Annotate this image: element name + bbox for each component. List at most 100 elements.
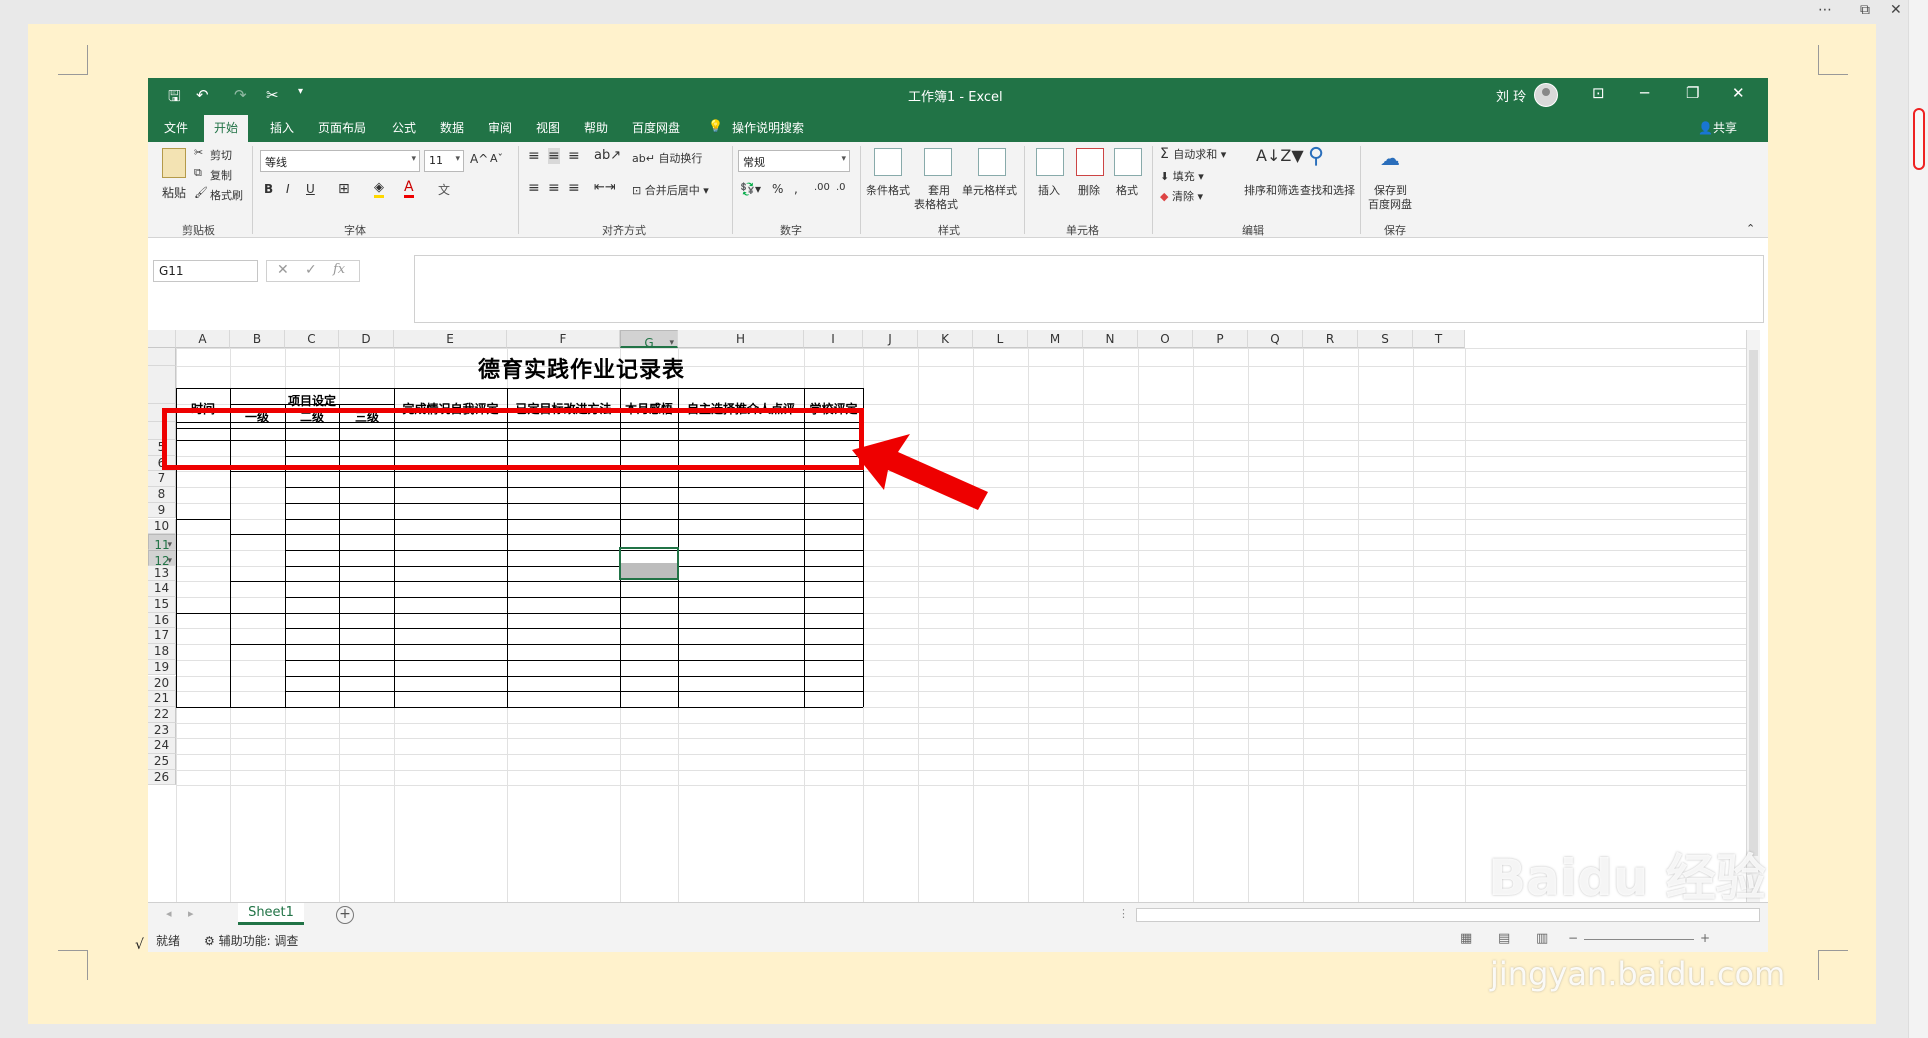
cut-icon[interactable]: ✂ — [194, 146, 203, 159]
close-icon[interactable]: ✕ — [1890, 2, 1902, 18]
column-header[interactable]: G — [620, 330, 678, 352]
vertical-scroll-thumb[interactable] — [1749, 350, 1758, 856]
search-icon[interactable]: ⚲ — [1308, 144, 1324, 169]
tab-baidu-netdisk[interactable]: 百度网盘 — [632, 119, 680, 136]
tab-data[interactable]: 数据 — [440, 119, 464, 136]
delete-cells-icon[interactable] — [1076, 148, 1104, 176]
page-layout-view-icon[interactable]: ▤ — [1498, 931, 1510, 946]
row-header[interactable]: 17 — [148, 628, 176, 645]
select-all-corner[interactable] — [148, 330, 176, 348]
row-header[interactable]: 13 — [148, 565, 176, 582]
column-header[interactable]: H — [678, 330, 804, 348]
row-header[interactable]: 16 — [148, 612, 176, 629]
column-header[interactable]: E — [394, 330, 507, 348]
delete-cells-button[interactable]: 删除 — [1078, 182, 1100, 198]
page-break-view-icon[interactable]: ▥ — [1536, 931, 1548, 946]
orientation-icon[interactable]: ab↗ — [594, 148, 621, 163]
row-header[interactable]: 7 — [148, 471, 176, 488]
enter-icon[interactable]: ✓ — [305, 262, 317, 278]
wrap-text-button[interactable]: ab↵ 自动换行 — [632, 150, 702, 166]
indent-icon[interactable]: ⇤⇥ — [594, 180, 616, 195]
collapse-ribbon-icon[interactable]: ⌃ — [1746, 222, 1755, 235]
insert-cells-icon[interactable] — [1036, 148, 1064, 176]
normal-view-icon[interactable]: ▦ — [1460, 931, 1472, 946]
cell-styles-icon[interactable] — [978, 148, 1006, 176]
copy-icon[interactable]: ⧉ — [194, 166, 202, 180]
column-header[interactable]: I — [804, 330, 863, 348]
insert-cells-button[interactable]: 插入 — [1038, 182, 1060, 198]
cut-quick-icon[interactable]: ✂ — [266, 86, 279, 104]
column-header[interactable]: Q — [1248, 330, 1303, 348]
row-header[interactable]: 22 — [148, 706, 176, 723]
table-format-icon[interactable] — [924, 148, 952, 176]
tell-me-search[interactable]: 操作说明搜索 — [732, 119, 804, 136]
tab-help[interactable]: 帮助 — [584, 119, 608, 136]
column-header[interactable]: P — [1193, 330, 1248, 348]
align-top-icon[interactable]: ≡ — [528, 148, 540, 164]
row-header[interactable]: 20 — [148, 675, 176, 692]
align-right-icon[interactable]: ≡ — [568, 180, 580, 196]
more-icon[interactable]: ⋯ — [1818, 2, 1832, 18]
copy-button[interactable]: 复制 — [210, 167, 232, 183]
column-header[interactable]: R — [1303, 330, 1358, 348]
add-sheet-icon[interactable]: + — [336, 906, 354, 924]
decrease-decimal-icon[interactable]: .0 — [836, 182, 846, 193]
comma-icon[interactable]: , — [794, 182, 798, 196]
clear-button[interactable]: ◆ 清除 ▾ — [1160, 188, 1203, 204]
paste-icon[interactable] — [162, 148, 186, 178]
tab-review[interactable]: 审阅 — [488, 119, 512, 136]
user-name[interactable]: 刘 玲 — [1496, 86, 1526, 105]
zoom-out-icon[interactable]: − — [1568, 931, 1578, 945]
format-cells-icon[interactable] — [1114, 148, 1142, 176]
column-header[interactable]: F — [507, 330, 620, 348]
vertical-scrollbar[interactable] — [1746, 330, 1760, 902]
column-header[interactable]: T — [1413, 330, 1465, 348]
column-header[interactable]: C — [285, 330, 339, 348]
close-window-icon[interactable]: ✕ — [1732, 84, 1745, 102]
redo-icon[interactable]: ↷ — [234, 86, 247, 104]
zoom-slider[interactable] — [1584, 939, 1694, 940]
prev-sheet-icon[interactable]: ◂ — [166, 907, 172, 920]
next-sheet-icon[interactable]: ▸ — [188, 907, 194, 920]
minimize-icon[interactable]: ─ — [1640, 84, 1649, 102]
number-format-select[interactable]: 常规 — [738, 150, 850, 172]
find-select-button[interactable]: 查找和选择 — [1300, 182, 1355, 198]
row-header[interactable]: 18 — [148, 644, 176, 660]
column-header[interactable]: O — [1138, 330, 1193, 348]
conditional-format-button[interactable]: 条件格式 — [866, 182, 910, 198]
underline-button[interactable]: U — [306, 182, 315, 196]
tab-formulas[interactable]: 公式 — [392, 119, 416, 136]
split-handle-icon[interactable]: ⋮ — [1118, 907, 1129, 920]
phonetic-icon[interactable]: 文 — [438, 181, 450, 198]
format-painter-icon[interactable]: 🖌 — [194, 186, 208, 199]
table-format-label-2[interactable]: 表格格式 — [914, 196, 958, 212]
name-box[interactable]: G11 — [153, 260, 258, 282]
insert-function-icon[interactable]: fx — [333, 262, 345, 277]
zoom-in-icon[interactable]: + — [1700, 931, 1710, 945]
align-left-icon[interactable]: ≡ — [528, 180, 540, 196]
italic-button[interactable]: I — [286, 182, 290, 196]
column-header[interactable]: J — [863, 330, 918, 348]
row-header[interactable]: 26 — [148, 769, 176, 786]
font-color-icon[interactable]: A — [404, 179, 414, 198]
fill-button[interactable]: ⬇ 填充 ▾ — [1160, 168, 1204, 184]
cancel-icon[interactable]: ✕ — [277, 262, 289, 278]
column-header[interactable]: M — [1028, 330, 1083, 348]
format-painter-button[interactable]: 格式刷 — [210, 187, 243, 203]
sort-filter-button[interactable]: 排序和筛选 — [1244, 182, 1299, 198]
cut-button[interactable]: 剪切 — [210, 147, 232, 163]
ribbon-display-icon[interactable]: ⊡ — [1592, 84, 1605, 102]
increase-decimal-icon[interactable]: .00 — [814, 182, 830, 193]
row-header[interactable]: 11 — [148, 534, 176, 554]
restore-icon[interactable]: ⧉ — [1860, 2, 1870, 18]
column-header[interactable]: D — [339, 330, 394, 348]
bold-button[interactable]: B — [264, 182, 273, 196]
row-header[interactable]: 14 — [148, 581, 176, 597]
align-bottom-icon[interactable]: ≡ — [568, 148, 580, 164]
formula-input[interactable] — [414, 255, 1764, 323]
avatar[interactable] — [1534, 83, 1558, 107]
fill-color-icon[interactable]: ◈ — [374, 180, 384, 198]
decrease-font-icon[interactable]: Aˇ — [490, 152, 503, 165]
column-header[interactable]: A — [176, 330, 230, 348]
percent-icon[interactable]: % — [772, 182, 783, 196]
